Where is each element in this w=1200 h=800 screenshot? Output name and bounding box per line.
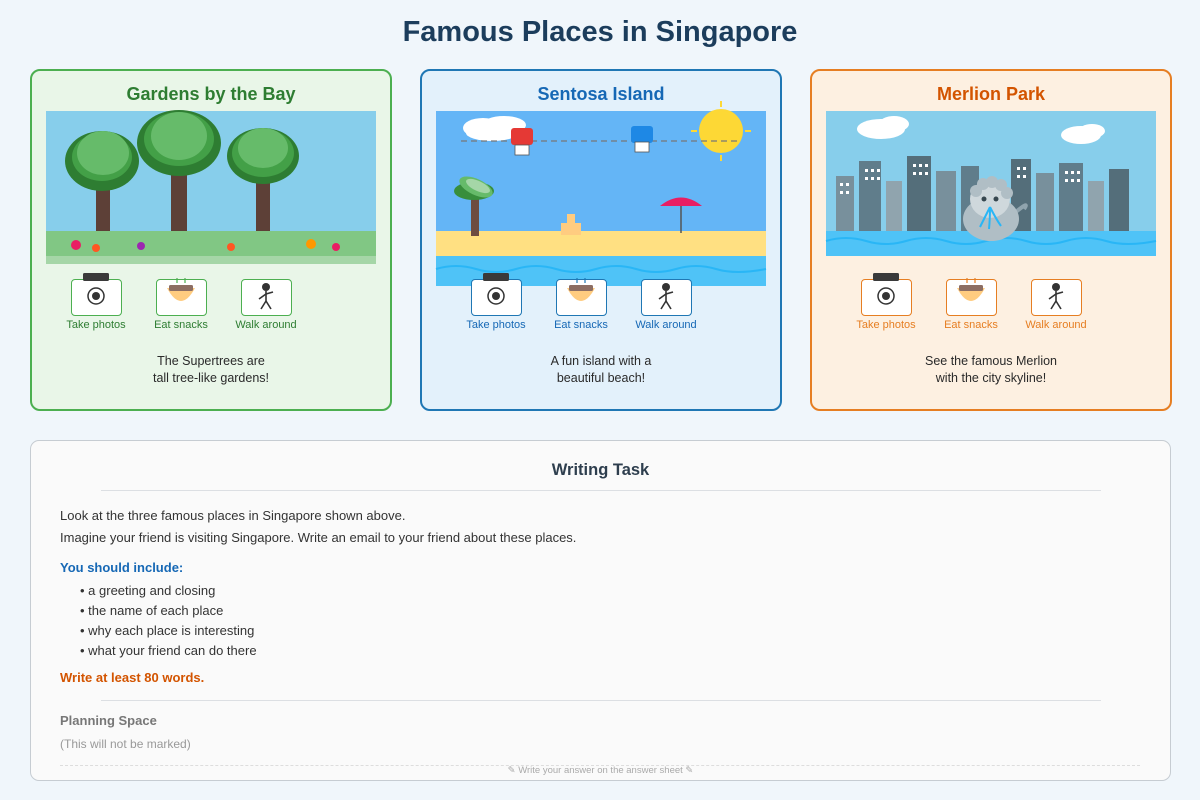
card-gardens-by-the-bay: Gardens by the Bay Take photos Eat snack… — [30, 69, 392, 411]
card-title: Gardens by the Bay — [126, 84, 296, 104]
snack-bowl-icon — [156, 278, 207, 316]
task-instruction: Look at the three famous places in Singa… — [60, 508, 406, 523]
activity-row: Take photos Eat snacks Walk around — [32, 273, 390, 339]
description-line: The Supertrees are — [157, 354, 265, 368]
camera-icon — [861, 273, 912, 316]
activity-label: Walk around — [635, 319, 697, 331]
description-line: with the city skyline! — [935, 371, 1047, 385]
list-item: a greeting and closing — [80, 581, 257, 601]
gardens-scene-illustration — [46, 110, 376, 264]
task-instruction: Imagine your friend is visiting Singapor… — [60, 530, 577, 545]
include-heading: You should include: — [60, 560, 184, 575]
snack-bowl-icon — [556, 278, 607, 316]
camera-icon — [471, 273, 522, 316]
divider — [101, 490, 1101, 491]
activity-row: Take photos Eat snacks Walk around — [422, 273, 780, 339]
divider — [101, 700, 1101, 701]
activity-row: Take photos Eat snacks Walk around — [812, 273, 1170, 339]
card-sentosa-island: Sentosa Island Take photos Eat snacks Wa… — [420, 69, 782, 411]
answer-sheet-note: ✎ Write your answer on the answer sheet … — [507, 765, 694, 776]
word-requirement: Write at least 80 words. — [60, 670, 205, 685]
snack-bowl-icon — [946, 278, 997, 316]
list-item: why each place is interesting — [80, 621, 257, 641]
activity-label: Walk around — [235, 319, 297, 331]
sentosa-scene-illustration — [435, 101, 767, 286]
camera-icon — [71, 273, 122, 316]
writing-task-panel: Writing Task Look at the three famous pl… — [30, 440, 1171, 781]
planning-heading: Planning Space — [60, 713, 157, 728]
description-line: See the famous Merlion — [924, 354, 1057, 368]
card-title: Sentosa Island — [537, 84, 665, 104]
page-title: Famous Places in Singapore — [402, 16, 798, 48]
planning-note: (This will not be marked) — [60, 737, 191, 751]
card-description: See the famous Merlion with the city sky… — [812, 353, 1170, 387]
walking-person-icon — [641, 279, 692, 316]
walking-person-icon — [241, 279, 292, 316]
description-line: tall tree-like gardens! — [152, 371, 270, 385]
card-title: Merlion Park — [936, 84, 1046, 104]
card-merlion-park: Merlion Park Take photos Eat snacks Walk… — [810, 69, 1172, 411]
task-title: Writing Task — [551, 461, 650, 479]
card-description: A fun island with a beautiful beach! — [422, 353, 780, 387]
card-description: The Supertrees are tall tree-like garden… — [32, 353, 390, 387]
include-list: a greeting and closing the name of each … — [80, 581, 257, 661]
merlion-scene-illustration — [825, 111, 1157, 256]
description-line: beautiful beach! — [556, 371, 646, 385]
description-line: A fun island with a — [550, 354, 652, 368]
activity-label: Walk around — [1025, 319, 1087, 331]
walking-person-icon — [1031, 279, 1082, 316]
list-item: the name of each place — [80, 601, 257, 621]
list-item: what your friend can do there — [80, 641, 256, 661]
